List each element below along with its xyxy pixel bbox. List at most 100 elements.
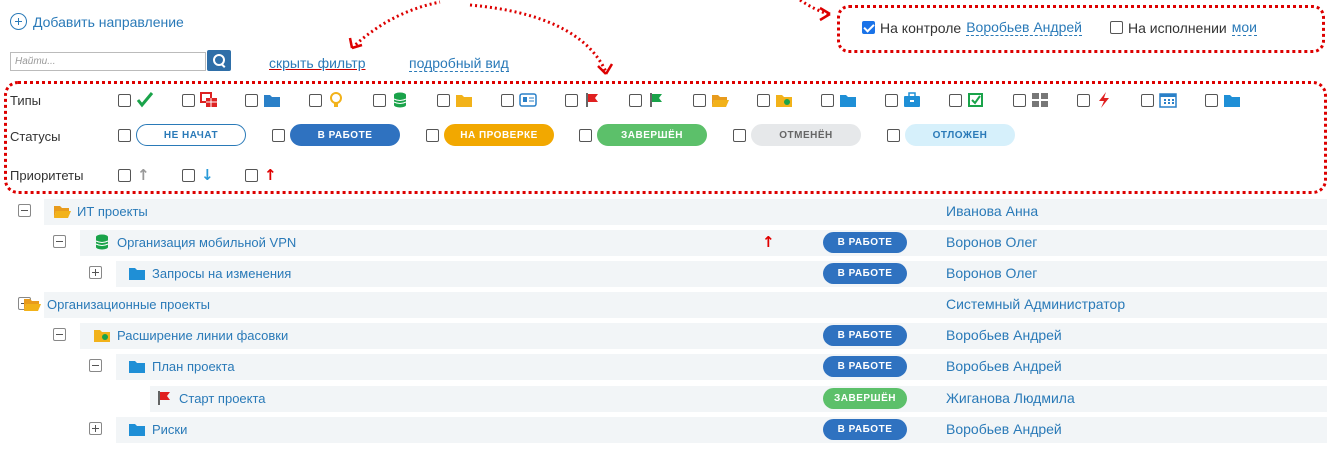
status-checkbox[interactable] — [733, 128, 746, 142]
type-filter-item[interactable] — [1013, 92, 1049, 108]
row-title-link[interactable]: Старт проекта — [155, 390, 266, 406]
type-checkbox[interactable] — [245, 93, 258, 107]
type-filter-item[interactable] — [373, 92, 409, 108]
arrow-up-red-icon: ↑ — [264, 166, 277, 184]
type-checkbox[interactable] — [501, 93, 514, 107]
type-checkbox[interactable] — [1141, 93, 1154, 107]
type-filter-item[interactable] — [501, 92, 537, 108]
type-filter-item[interactable] — [182, 92, 218, 108]
search-button[interactable] — [207, 50, 231, 71]
status-checkbox[interactable] — [272, 128, 285, 142]
type-checkbox[interactable] — [1013, 93, 1026, 107]
on-execution-user-link[interactable]: мои — [1231, 19, 1257, 36]
collapse-icon[interactable] — [18, 204, 31, 217]
status-checkbox[interactable] — [118, 128, 131, 142]
type-filter-item[interactable] — [1141, 92, 1177, 108]
folder-blue-2-icon — [1223, 92, 1241, 108]
row-title-link[interactable]: Запросы на изменения — [128, 265, 291, 281]
type-filter-item[interactable] — [629, 92, 665, 108]
type-filter-item[interactable] — [949, 92, 985, 108]
status-filter-item[interactable]: ОТМЕНЁН — [733, 124, 861, 146]
type-checkbox[interactable] — [118, 93, 131, 107]
type-filter-item[interactable] — [437, 92, 473, 108]
row-owner-link[interactable]: Воробьев Андрей — [946, 421, 1062, 437]
type-checkbox[interactable] — [1077, 93, 1090, 107]
row-title-link[interactable]: Расширение линии фасовки — [93, 327, 288, 343]
row-status-badge: В РАБОТЕ — [823, 325, 907, 346]
tree-row[interactable]: План проекта В РАБОТЕ Воробьев Андрей — [0, 352, 1331, 381]
type-checkbox[interactable] — [757, 93, 770, 107]
status-filter-item[interactable]: НЕ НАЧАТ — [118, 124, 246, 146]
priority-filter-item[interactable]: ↓ — [182, 166, 214, 184]
status-filter-item[interactable]: В РАБОТЕ — [272, 124, 400, 146]
priority-filter-item[interactable]: ↑ — [245, 166, 277, 184]
row-owner-link[interactable]: Воронов Олег — [946, 265, 1037, 281]
tree-row[interactable]: Расширение линии фасовки В РАБОТЕ Воробье… — [0, 321, 1331, 350]
type-checkbox[interactable] — [182, 93, 195, 107]
folder-icon — [263, 92, 281, 108]
status-checkbox[interactable] — [426, 128, 439, 142]
hide-filter-link[interactable]: скрыть фильтр — [269, 55, 365, 71]
type-filter-item[interactable] — [565, 92, 601, 108]
on-control-checkbox[interactable] — [862, 21, 875, 34]
row-status-badge: ЗАВЕРШЁН — [823, 388, 907, 409]
row-title-link[interactable]: План проекта — [128, 358, 235, 374]
tree-row[interactable]: Риски В РАБОТЕ Воробьев Андрей — [0, 415, 1331, 444]
priority-checkbox[interactable] — [182, 168, 195, 182]
type-filter-item[interactable] — [1205, 92, 1241, 108]
row-title-link[interactable]: Организационные проекты — [23, 296, 210, 312]
on-control-user-link[interactable]: Воробьев Андрей — [966, 19, 1082, 36]
row-owner-link[interactable]: Жиганова Людмила — [946, 390, 1075, 406]
on-execution-checkbox[interactable] — [1109, 21, 1123, 34]
type-filter-item[interactable] — [885, 92, 921, 108]
type-filter-item[interactable] — [693, 92, 729, 108]
type-filter-item[interactable] — [245, 92, 281, 108]
row-owner-link[interactable]: Воробьев Андрей — [946, 327, 1062, 343]
search-input[interactable]: Найти... — [10, 52, 206, 71]
type-filter-item[interactable] — [757, 92, 793, 108]
type-checkbox[interactable] — [693, 93, 706, 107]
type-filter-item[interactable] — [821, 92, 857, 108]
plus-circle-icon — [10, 13, 27, 30]
tree-row[interactable]: Организационные проекты Системный Админи… — [0, 290, 1331, 319]
detail-view-link[interactable]: подробный вид — [409, 55, 509, 72]
tree-row[interactable]: ИТ проекты Иванова Анна — [0, 197, 1331, 226]
status-checkbox[interactable] — [579, 128, 592, 142]
row-owner-link[interactable]: Иванова Анна — [946, 203, 1038, 219]
row-owner-link[interactable]: Воронов Олег — [946, 234, 1037, 250]
row-owner-link[interactable]: Системный Администратор — [946, 296, 1125, 312]
priority-checkbox[interactable] — [245, 168, 258, 182]
priority-filter-item[interactable]: ↑ — [118, 166, 150, 184]
type-checkbox[interactable] — [437, 93, 450, 107]
type-checkbox[interactable] — [629, 93, 642, 107]
row-title-link[interactable]: Риски — [128, 421, 187, 437]
status-checkbox[interactable] — [887, 128, 900, 142]
type-checkbox[interactable] — [1205, 93, 1218, 107]
status-filter-item[interactable]: ЗАВЕРШЁН — [579, 124, 707, 146]
type-checkbox[interactable] — [309, 93, 322, 107]
type-checkbox[interactable] — [821, 93, 834, 107]
type-checkbox[interactable] — [373, 93, 386, 107]
type-filter-item[interactable] — [118, 92, 154, 108]
tree-row[interactable]: Запросы на изменения В РАБОТЕ Воронов Оле… — [0, 259, 1331, 288]
collapse-icon[interactable] — [53, 328, 66, 341]
row-title-link[interactable]: Организация мобильной VPN — [93, 234, 296, 250]
type-checkbox[interactable] — [949, 93, 962, 107]
folder-open-icon — [53, 203, 71, 219]
status-filter-item[interactable]: НА ПРОВЕРКЕ — [426, 124, 554, 146]
row-title-link[interactable]: ИТ проекты — [53, 203, 148, 219]
type-filter-item[interactable] — [309, 92, 345, 108]
tree-row[interactable]: Организация мобильной VPN ↑ В РАБОТЕ Ворон… — [0, 228, 1331, 257]
collapse-icon[interactable] — [53, 235, 66, 248]
expand-icon[interactable] — [89, 266, 102, 279]
type-checkbox[interactable] — [885, 93, 898, 107]
tree-row[interactable]: Старт проекта ЗАВЕРШЁН Жиганова Людмила — [0, 384, 1331, 413]
type-filter-item[interactable] — [1077, 92, 1113, 108]
row-owner-link[interactable]: Воробьев Андрей — [946, 358, 1062, 374]
add-direction-button[interactable]: Добавить направление — [10, 13, 184, 30]
collapse-icon[interactable] — [89, 359, 102, 372]
priority-checkbox[interactable] — [118, 168, 131, 182]
type-checkbox[interactable] — [565, 93, 578, 107]
status-filter-item[interactable]: ОТЛОЖЕН — [887, 124, 1015, 146]
expand-icon[interactable] — [89, 422, 102, 435]
